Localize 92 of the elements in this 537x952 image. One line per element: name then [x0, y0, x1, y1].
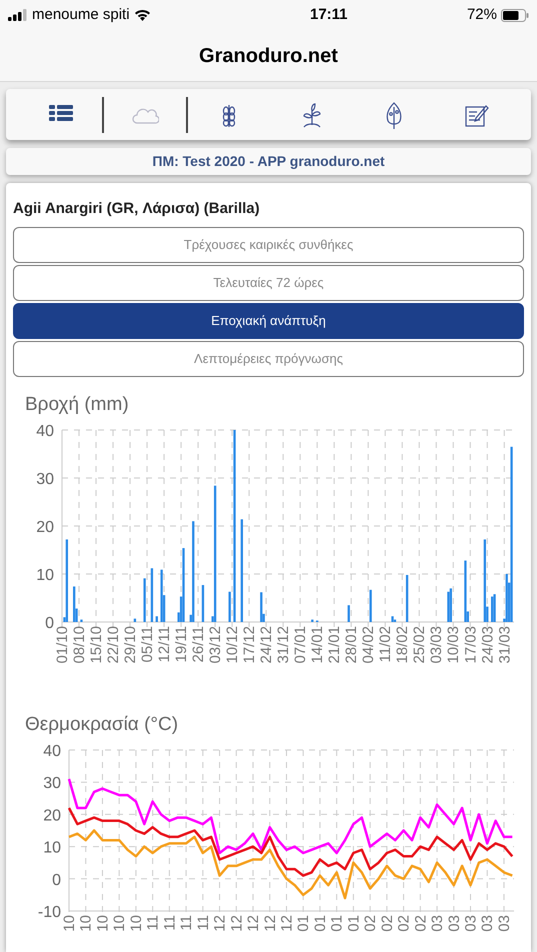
- rain-bar: [369, 590, 372, 622]
- axis-label: 24/03: [479, 626, 496, 664]
- axis-label: 17/12: [241, 626, 258, 664]
- axis-label: 01/10: [54, 626, 71, 664]
- axis-label: 28/01: [343, 626, 360, 664]
- axis-label: 12: [245, 914, 262, 932]
- axis-label: 14/01: [309, 626, 326, 664]
- axis-label: 03: [462, 914, 480, 932]
- axis-label: 12: [278, 914, 296, 932]
- axis-label: 03: [479, 914, 496, 932]
- axis-label: 30: [36, 471, 54, 488]
- axis-label: 01: [328, 914, 346, 932]
- toolbar-button[interactable]: [102, 96, 188, 132]
- tab-button[interactable]: Τελευταίες 72 ώρες: [13, 264, 524, 300]
- axis-label: 17/03: [462, 626, 480, 664]
- axis-label: 02: [396, 914, 413, 932]
- rain-bar: [150, 568, 154, 622]
- axis-label: 05/11: [139, 626, 156, 662]
- axis-label: 22/10: [105, 626, 122, 664]
- axis-label: 11: [194, 914, 212, 930]
- rain-bar: [143, 578, 146, 622]
- tab-button[interactable]: Εποχιακή ανάπτυξη: [13, 302, 524, 338]
- axis-label: 20: [36, 519, 54, 536]
- axis-label: 30: [43, 774, 61, 792]
- rain-bar: [80, 620, 83, 622]
- wifi-icon: [134, 9, 151, 21]
- signal-icon: [8, 9, 28, 21]
- axis-label: 10/03: [445, 626, 462, 664]
- axis-label: 21/01: [326, 626, 344, 664]
- axis-label: 02: [412, 914, 430, 932]
- axis-label: 12/11: [156, 626, 174, 662]
- axis-label: 10: [43, 839, 61, 856]
- axis-label: 40: [36, 423, 54, 440]
- rain-bar: [311, 620, 314, 622]
- axis-label: 02: [362, 914, 380, 932]
- axis-label: 12: [228, 914, 246, 932]
- axis-label: 10/12: [224, 626, 242, 664]
- axis-label: 03/03: [428, 626, 446, 664]
- chart-title: Βροχή (mm): [25, 392, 130, 416]
- axis-label: 31/12: [275, 626, 292, 664]
- battery-percent: 72%: [466, 4, 497, 25]
- axis-label: 10: [61, 914, 78, 932]
- axis-label: 08/10: [71, 626, 88, 664]
- axis-label: 10: [128, 914, 145, 932]
- axis-label: 10: [111, 914, 128, 932]
- axis-label: 25/02: [411, 626, 428, 664]
- rain-bar: [228, 592, 231, 622]
- axis-label: 03: [446, 914, 463, 932]
- axis-label: 01: [312, 914, 329, 932]
- location-title: Agii Anargiri (GR, Λάρισα) (Barilla): [13, 199, 261, 219]
- chart-title: Θερμοκρασία (°C): [25, 713, 180, 737]
- axis-label: 01: [345, 914, 362, 932]
- axis-label: 02: [378, 914, 396, 932]
- clock-time: 17:11: [310, 4, 348, 25]
- axis-label: 04/02: [360, 626, 378, 664]
- page-title: Granoduro.net: [199, 44, 338, 68]
- battery-icon: [501, 8, 529, 22]
- rain-bar: [202, 585, 204, 622]
- axis-label: 10: [78, 914, 95, 932]
- axis-label: 18/02: [394, 626, 412, 664]
- axis-label: 15/10: [88, 626, 106, 664]
- axis-label: 12: [212, 914, 229, 932]
- axis-label: 20: [43, 806, 61, 824]
- axis-label: 03: [429, 914, 446, 932]
- rain-bar: [134, 618, 136, 622]
- axis-label: 03/12: [207, 626, 224, 664]
- axis-label: -10: [38, 904, 61, 920]
- axis-label: 03: [496, 914, 513, 932]
- axis-label: 29/10: [122, 626, 140, 664]
- axis-label: 0: [45, 615, 54, 632]
- axis-label: 11/02: [377, 626, 394, 662]
- axis-label: 11: [161, 914, 178, 930]
- axis-label: 07/01: [292, 626, 310, 664]
- axis-label: 01: [295, 914, 312, 932]
- axis-label: 12: [262, 914, 279, 932]
- rain-bar: [348, 605, 350, 622]
- axis-label: 19/11: [173, 626, 190, 662]
- tab-button[interactable]: Τρέχουσες καιρικές συνθήκες: [13, 226, 524, 262]
- axis-label: 11: [144, 914, 162, 930]
- axis-label: 0: [52, 871, 61, 888]
- rain-bar: [406, 574, 408, 622]
- axis-label: 24/12: [258, 626, 276, 664]
- carrier-name: menoume spiti: [32, 4, 130, 25]
- rain-bar: [156, 616, 158, 622]
- axis-label: 10: [94, 914, 112, 932]
- subtitle-text: ΠΜ: Test 2020 - APP granoduro.net: [152, 152, 385, 171]
- tab-button[interactable]: Λεπτομέρειες πρόγνωσης: [13, 340, 524, 376]
- axis-label: 10: [36, 567, 54, 584]
- axis-label: 31/03: [496, 626, 514, 664]
- axis-label: 40: [43, 742, 61, 760]
- axis-label: 11: [178, 914, 196, 930]
- axis-label: 26/11: [190, 626, 208, 662]
